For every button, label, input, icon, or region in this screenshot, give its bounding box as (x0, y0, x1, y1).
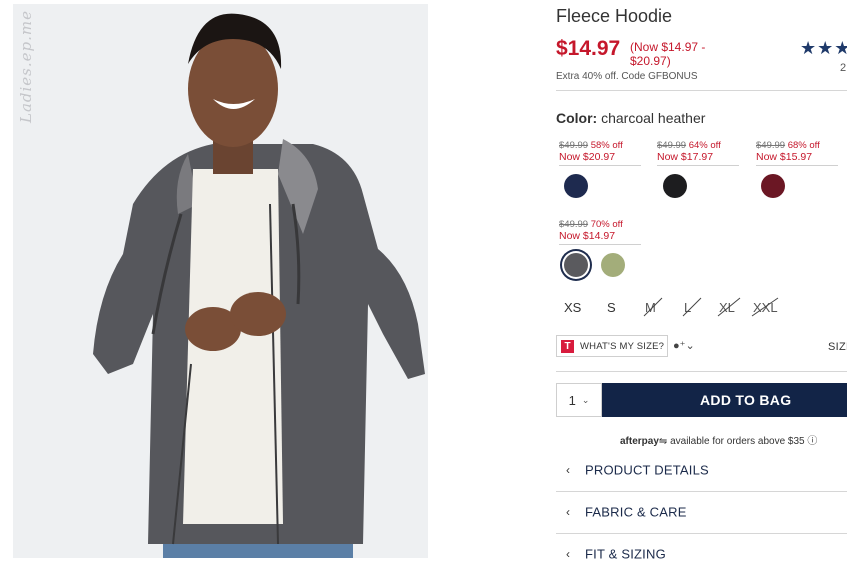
promo-text: Extra 40% off. Code GFBONUS (556, 71, 698, 82)
sale-price: $14.97 (556, 37, 621, 60)
true-fit-logo-icon: T (561, 339, 574, 353)
swatch-black[interactable] (663, 174, 687, 198)
product-title: Fleece Hoodie (556, 6, 673, 26)
size-m-unavailable[interactable]: M (643, 297, 663, 317)
swatch-navy[interactable] (564, 174, 588, 198)
info-icon[interactable]: ⓘ (807, 436, 817, 447)
accordion-fit-sizing[interactable]: ‹ FIT & SIZING (556, 535, 847, 566)
chevron-left-icon: ‹ (566, 547, 570, 561)
review-count[interactable]: 2 (840, 62, 846, 74)
divider (556, 371, 847, 372)
person-plus-icon: ●⁺ (673, 340, 686, 352)
unavailable-strike-icon (751, 297, 779, 317)
now-price: Now $15.97 (756, 151, 838, 166)
size-xxl-unavailable[interactable]: XXL (751, 297, 779, 317)
swatch-group-burgundy: $49.99 68% off Now $15.97 (756, 140, 838, 166)
rating-stars[interactable]: ★★★ (800, 38, 847, 59)
selected-color: charcoal heather (601, 110, 706, 126)
discount: 64% off (688, 140, 721, 151)
add-to-bag-button[interactable]: ADD TO BAG (602, 383, 847, 417)
swatch-group-black: $49.99 64% off Now $17.97 (657, 140, 739, 166)
unavailable-strike-icon (682, 297, 702, 317)
chevron-down-icon: ⌄ (581, 394, 590, 405)
size-xl-unavailable[interactable]: XL (717, 297, 741, 317)
product-image[interactable]: Ladies.ep.me (13, 4, 428, 558)
now-price: Now $17.97 (657, 151, 739, 166)
whats-my-size-button[interactable]: T WHAT'S MY SIZE? (556, 335, 668, 357)
color-label: Color: charcoal heather (556, 110, 706, 126)
discount: 68% off (787, 140, 820, 151)
chevron-left-icon: ‹ (566, 463, 570, 477)
divider (556, 533, 847, 534)
chevron-left-icon: ‹ (566, 505, 570, 519)
divider (556, 491, 847, 492)
price-range: (Now $14.97 - $20.97) (630, 40, 706, 68)
swatch-group-navy: $49.99 58% off Now $20.97 (559, 140, 641, 166)
accordion-fabric-care[interactable]: ‹ FABRIC & CARE (556, 493, 847, 531)
afterpay-logo-icon: ⇋ (658, 436, 668, 447)
unavailable-strike-icon (643, 297, 663, 317)
size-s[interactable]: S (607, 300, 616, 315)
discount: 70% off (590, 219, 623, 230)
swatch-olive[interactable] (601, 253, 625, 277)
afterpay-note: afterpay⇋ available for orders above $35… (620, 436, 818, 447)
swatch-burgundy[interactable] (761, 174, 785, 198)
swatch-group-charcoal: $49.99 70% off Now $14.97 (559, 219, 641, 245)
watermark: Ladies.ep.me (17, 10, 35, 123)
product-info-panel: Fleece Hoodie ★★★ 2 $14.97 (Now $14.97 -… (556, 0, 847, 566)
fit-profile-dropdown[interactable]: ●⁺⌄ (673, 339, 695, 352)
was-price: $49.99 (657, 140, 687, 151)
was-price: $49.99 (559, 219, 589, 230)
was-price: $49.99 (756, 140, 786, 151)
was-price: $49.99 (559, 140, 589, 151)
chevron-down-icon: ⌄ (685, 340, 695, 352)
divider (556, 90, 847, 91)
accordion-product-details[interactable]: ‹ PRODUCT DETAILS (556, 451, 847, 489)
now-price: Now $20.97 (559, 151, 641, 166)
quantity-select[interactable]: 1 ⌄ (556, 383, 602, 417)
swatch-charcoal-heather[interactable] (564, 253, 588, 277)
now-price: Now $14.97 (559, 230, 641, 245)
size-l-unavailable[interactable]: L (682, 297, 702, 317)
unavailable-strike-icon (717, 297, 741, 317)
size-chart-link[interactable]: SIZE (828, 341, 847, 353)
discount: 58% off (590, 140, 623, 151)
model-photo (13, 4, 428, 558)
size-xs[interactable]: XS (564, 300, 581, 315)
afterpay-logo: afterpay (620, 436, 659, 447)
